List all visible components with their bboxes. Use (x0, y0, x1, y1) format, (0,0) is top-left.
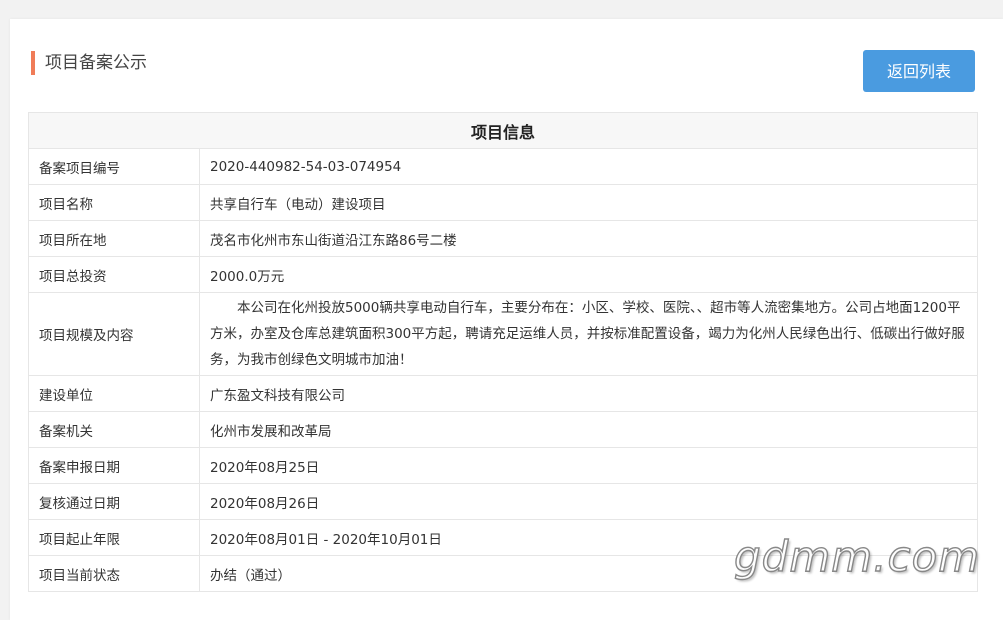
row-value-application-date: 2020年08月25日 (199, 447, 978, 484)
row-label-total-investment: 项目总投资 (28, 256, 200, 293)
row-value-total-investment: 2000.0万元 (199, 256, 978, 293)
row-label-application-date: 备案申报日期 (28, 447, 200, 484)
row-label-project-period: 项目起止年限 (28, 519, 200, 556)
page-title: 项目备案公示 (45, 53, 147, 73)
row-label-filing-number: 备案项目编号 (28, 148, 200, 185)
row-value-builder: 广东盈文科技有限公司 (199, 375, 978, 412)
table-heading-row: 项目信息 (28, 112, 978, 149)
table-row: 建设单位 广东盈文科技有限公司 (28, 375, 978, 412)
row-value-project-name: 共享自行车（电动）建设项目 (199, 184, 978, 221)
row-label-project-name: 项目名称 (28, 184, 200, 221)
table-row: 备案机关 化州市发展和改革局 (28, 411, 978, 448)
row-label-current-status: 项目当前状态 (28, 555, 200, 592)
row-value-location: 茂名市化州市东山街道沿江东路86号二楼 (199, 220, 978, 257)
row-label-location: 项目所在地 (28, 220, 200, 257)
table-heading: 项目信息 (28, 112, 978, 149)
project-info-table: 项目信息 备案项目编号 2020-440982-54-03-074954 项目名… (28, 112, 978, 592)
row-label-builder: 建设单位 (28, 375, 200, 412)
site-watermark: gdmm.com (733, 531, 981, 581)
table-row: 备案申报日期 2020年08月25日 (28, 447, 978, 484)
content-card: 项目备案公示 返回列表 项目信息 备案项目编号 2020-440982-54-0… (10, 19, 1003, 620)
row-value-filing-number: 2020-440982-54-03-074954 (199, 148, 978, 185)
row-label-scale-content: 项目规模及内容 (28, 292, 200, 376)
table-row: 备案项目编号 2020-440982-54-03-074954 (28, 148, 978, 185)
row-label-filing-authority: 备案机关 (28, 411, 200, 448)
table-row: 项目名称 共享自行车（电动）建设项目 (28, 184, 978, 221)
row-value-scale-content: 本公司在化州投放5000辆共享电动自行车，主要分布在：小区、学校、医院、、超市等… (199, 292, 978, 376)
back-to-list-button[interactable]: 返回列表 (863, 50, 975, 92)
row-value-review-date: 2020年08月26日 (199, 483, 978, 520)
row-value-filing-authority: 化州市发展和改革局 (199, 411, 978, 448)
title-accent-bar (31, 51, 35, 75)
table-row: 项目所在地 茂名市化州市东山街道沿江东路86号二楼 (28, 220, 978, 257)
table-row: 项目总投资 2000.0万元 (28, 256, 978, 293)
row-label-review-date: 复核通过日期 (28, 483, 200, 520)
table-row: 复核通过日期 2020年08月26日 (28, 483, 978, 520)
table-row: 项目规模及内容 本公司在化州投放5000辆共享电动自行车，主要分布在：小区、学校… (28, 292, 978, 376)
